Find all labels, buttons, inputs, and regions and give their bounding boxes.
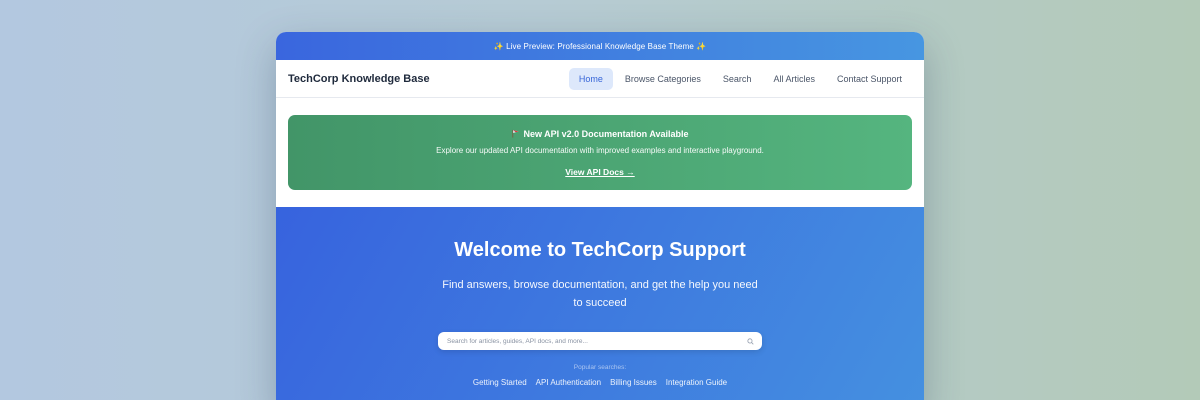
popular-searches-label: Popular searches: (573, 364, 627, 371)
popular-link-api-authentication[interactable]: API Authentication (536, 378, 601, 387)
flag-icon (511, 129, 520, 140)
announcement-heading: New API v2.0 Documentation Available (511, 129, 689, 140)
browser-window: ✨ Live Preview: Professional Knowledge B… (276, 32, 924, 400)
view-api-docs-link[interactable]: View API Docs → (565, 167, 634, 177)
announcement-section: New API v2.0 Documentation Available Exp… (276, 98, 924, 207)
search-input[interactable] (447, 337, 727, 345)
hero-subtitle: Find answers, browse documentation, and … (442, 279, 758, 309)
hero-section: Welcome to TechCorp Support Find answers… (276, 207, 924, 400)
hero-title: Welcome to TechCorp Support (454, 239, 746, 261)
popular-link-billing-issues[interactable]: Billing Issues (610, 378, 657, 387)
announcement-title: New API v2.0 Documentation Available (523, 129, 689, 139)
search-box[interactable] (438, 332, 762, 350)
live-preview-text: ✨ Live Preview: Professional Knowledge B… (493, 41, 707, 51)
nav-link-all-articles[interactable]: All Articles (763, 68, 825, 90)
nav-link-search[interactable]: Search (713, 68, 762, 90)
popular-searches: Getting Started API Authentication Billi… (473, 378, 727, 387)
announcement-text: Explore our updated API documentation wi… (436, 145, 764, 155)
announcement-banner: New API v2.0 Documentation Available Exp… (288, 115, 912, 190)
popular-link-integration-guide[interactable]: Integration Guide (666, 378, 727, 387)
nav-links: Home Browse Categories Search All Articl… (568, 67, 912, 90)
nav-link-home[interactable]: Home (568, 67, 613, 90)
top-navbar: TechCorp Knowledge Base Home Browse Cate… (276, 60, 924, 98)
live-preview-banner: ✨ Live Preview: Professional Knowledge B… (276, 32, 924, 60)
nav-link-contact-support[interactable]: Contact Support (827, 68, 912, 90)
search-icon[interactable] (746, 337, 754, 345)
popular-link-getting-started[interactable]: Getting Started (473, 378, 527, 387)
site-brand[interactable]: TechCorp Knowledge Base (288, 73, 430, 85)
nav-link-browse-categories[interactable]: Browse Categories (615, 68, 711, 90)
